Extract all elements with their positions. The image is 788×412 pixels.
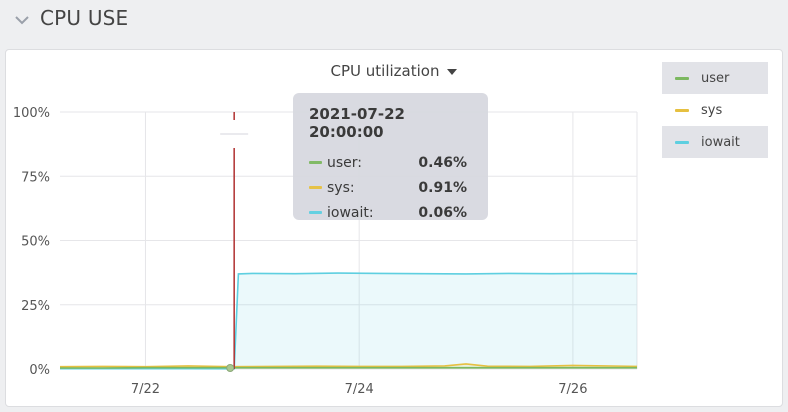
legend-item-iowait[interactable]: iowait	[662, 126, 768, 158]
y-axis-ticks: 0% 25% 50% 75% 100%	[13, 106, 50, 378]
area-iowait	[60, 273, 637, 369]
legend-label: iowait	[701, 134, 740, 150]
legend-swatch	[675, 76, 689, 80]
legend-label: sys	[701, 102, 723, 118]
tooltip-swatch	[309, 186, 322, 189]
tooltip-timestamp: 2021-07-22 20:00:00	[309, 105, 405, 141]
tooltip-series-name: user:	[327, 154, 363, 171]
y-tick-label: 25%	[21, 299, 50, 314]
tooltip-swatch	[309, 161, 322, 164]
chart-areas	[60, 273, 637, 369]
legend-label: user	[701, 70, 730, 86]
y-tick-label: 75%	[21, 170, 50, 185]
tooltip-row-iowait: iowait: 0.06%	[309, 200, 472, 225]
x-tick-label: 7/26	[558, 382, 587, 397]
tooltip-row-sys: sys: 0.91%	[309, 175, 472, 200]
hover-tooltip: 2021-07-22 20:00:00 user: 0.46% sys: 0.9…	[293, 93, 488, 221]
legend-item-user[interactable]: user	[662, 62, 768, 94]
chart-legend: user sys iowait	[662, 62, 768, 158]
tooltip-series-value: 0.46%	[418, 154, 467, 171]
hover-point	[226, 364, 235, 372]
tooltip-row-user: user: 0.46%	[309, 150, 472, 175]
x-tick-label: 7/22	[131, 382, 160, 397]
legend-swatch	[675, 108, 689, 112]
x-tick-label: 7/24	[345, 382, 374, 397]
tooltip-series-name: sys:	[327, 179, 355, 196]
x-axis-ticks: 7/22 7/24 7/26	[131, 382, 588, 397]
y-tick-label: 100%	[13, 106, 50, 121]
tooltip-series-name: iowait:	[327, 204, 374, 221]
legend-swatch	[675, 140, 689, 144]
tooltip-series-value: 0.91%	[418, 179, 467, 196]
tooltip-swatch	[309, 211, 322, 214]
legend-item-sys[interactable]: sys	[662, 94, 768, 126]
y-tick-label: 50%	[21, 235, 50, 250]
tooltip-series-value: 0.06%	[418, 204, 467, 221]
y-tick-label: 0%	[29, 363, 50, 378]
